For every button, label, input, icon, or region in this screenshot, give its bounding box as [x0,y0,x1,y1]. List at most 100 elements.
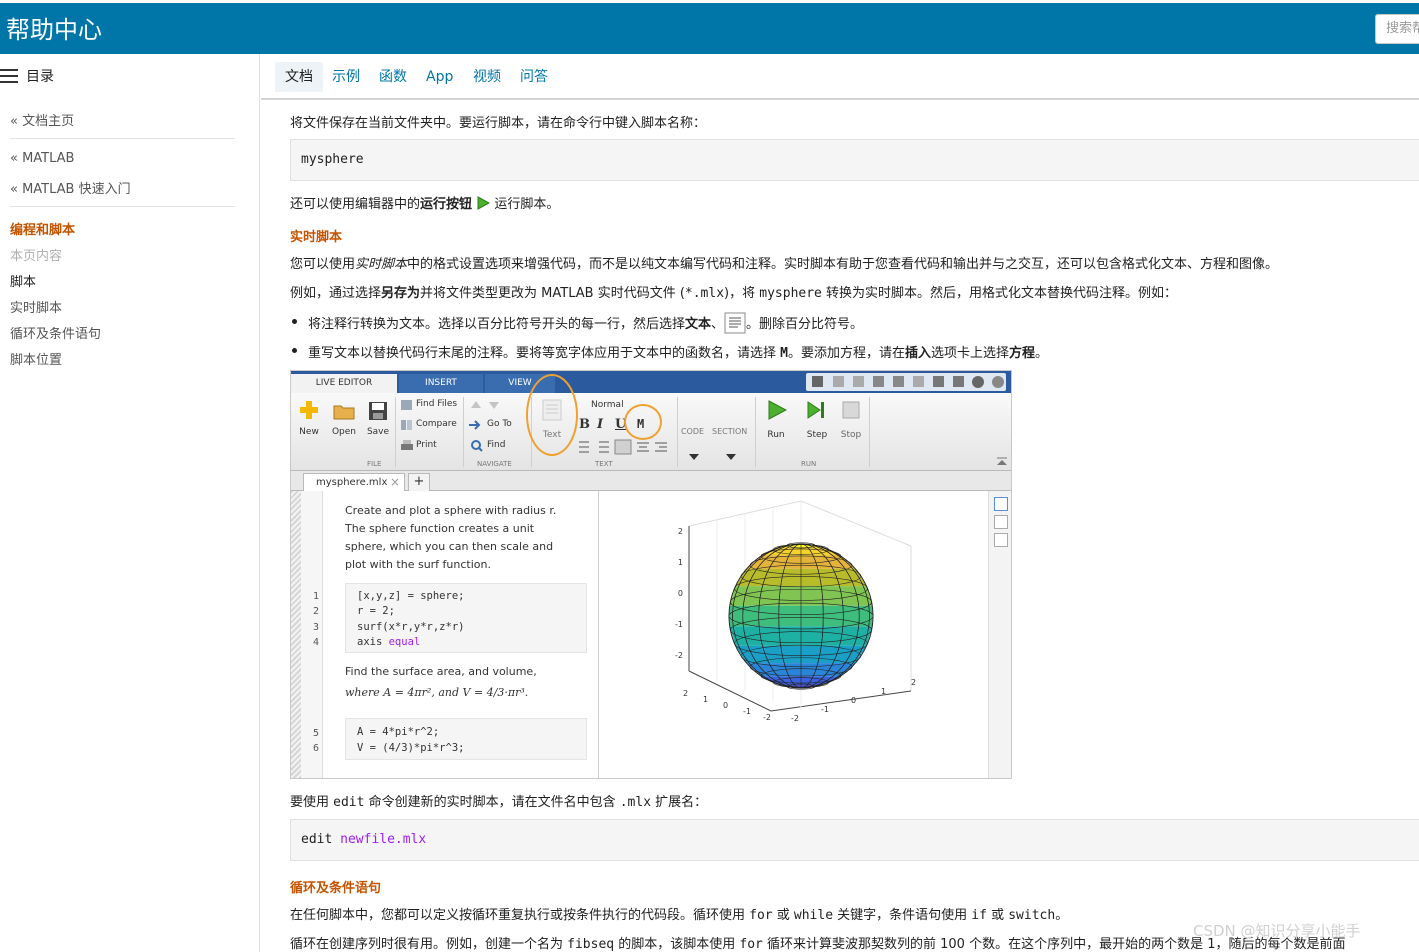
run-icon [477,196,491,210]
save-as-term: 另存为 [381,286,421,301]
tab-apps[interactable]: App [416,62,463,92]
run-button-label[interactable]: Run [763,430,789,440]
go-to-button[interactable]: Go To [487,419,512,429]
tab-videos[interactable]: 视频 [463,62,511,92]
new-button-label[interactable]: New [297,427,321,437]
normal-style-dropdown[interactable]: Normal [591,400,624,410]
editor-gutter [291,491,301,778]
line-number: 2 [312,606,319,617]
find-files-button[interactable]: Find Files [416,399,457,409]
quick-access-toolbar-icon[interactable] [806,373,1006,391]
ribbon-tab-insert[interactable]: INSERT [399,374,483,393]
find-button[interactable]: Find [487,440,505,450]
toc-label: 目录 [26,69,54,85]
sidebar-current-topic[interactable]: 编程和脚本 [10,219,75,238]
sidebar-item-scripts[interactable]: 脚本 [10,271,36,290]
text: )，将 [724,286,760,301]
output-side-toolbar [988,491,1011,778]
toc-toggle[interactable]: 目录 [0,66,54,86]
output-inline-icon[interactable] [994,497,1008,511]
x-tick-label: 0 [723,701,728,710]
run-icon[interactable] [767,400,787,420]
open-button-label[interactable]: Open [331,427,357,437]
z-tick-label: 0 [678,589,683,598]
code-while: while [793,908,834,923]
text: 扩展名： [651,795,708,810]
doc-tabs: 文档 示例 函数 App 视频 问答 [261,54,1419,100]
save-button-label[interactable]: Save [365,427,391,437]
section-group-button[interactable]: SECTION [712,427,747,436]
collapse-ribbon-icon[interactable] [997,457,1007,465]
sidebar-item-loops[interactable]: 循环及条件语句 [10,323,101,342]
text: 还可以使用编辑器中的 [290,197,421,212]
paragraph-fibseq: 循环在创建序列时很有用。例如，创建一个名为 fibseq 的脚本，该脚本使用 f… [290,933,1345,952]
stop-icon[interactable] [842,401,860,419]
compare-button[interactable]: Compare [416,419,457,429]
output-right-icon[interactable] [994,515,1008,529]
file-tab-mysphere[interactable]: mysphere.mlx × [303,473,405,491]
search-input[interactable]: 搜索帮 [1375,14,1419,44]
compare-icon[interactable] [401,419,413,431]
text: 选项卡上选择 [931,346,1010,361]
go-to-icon[interactable] [469,419,483,431]
group-label-run: RUN [801,460,817,468]
sidebar-link-home[interactable]: « 文档主页 [10,110,74,129]
output-hide-icon[interactable] [994,533,1008,547]
sidebar-item-live-scripts[interactable]: 实时脚本 [10,297,62,316]
live-script-term: 实时脚本 [355,257,408,272]
x-tick-label: -2 [763,713,771,722]
open-icon[interactable] [333,401,355,421]
find-icon[interactable] [471,440,483,452]
navigate-arrows-icon[interactable] [469,398,503,412]
print-button[interactable]: Print [416,440,437,450]
code-mysphere: mysphere [759,286,822,301]
paragraph-loops: 在任何脚本中，您都可以定义按循环重复执行或按条件执行的代码段。循环使用 for … [290,904,1068,923]
bullet-rewrite-text: 重写文本以替换代码行末尾的注释。要将等宽字体应用于文本中的函数名，请选择 M。要… [308,342,1048,361]
sidebar-link-matlab[interactable]: « MATLAB [10,151,74,166]
bullet [292,348,297,353]
sphere-plot: 2 1 0 -1 -2 2 1 0 -1 -2 -2 -1 0 1 2 [675,500,916,723]
save-icon[interactable] [368,401,388,421]
code-block-edit-newfile: edit newfile.mlx [290,819,1419,861]
hamburger-icon[interactable] [0,69,18,83]
tab-answers[interactable]: 问答 [510,62,558,92]
code-group-button[interactable]: CODE [681,427,704,436]
editor-text-line: sphere, which you can then scale and [345,540,554,553]
stop-button-label[interactable]: Stop [838,430,864,440]
editor-code-line: axis equal [357,636,420,648]
site-title[interactable]: 帮助中心 [6,15,102,45]
italic-button[interactable]: I [597,417,603,432]
find-files-icon[interactable] [401,399,413,411]
editor-equation-line: where A = 4πr², and V = 4/3·πr³. [345,686,529,699]
tab-docs[interactable]: 文档 [275,62,323,92]
bold-button[interactable]: B [579,417,590,432]
line-number: 6 [312,743,319,754]
editor-code-line: surf(x*r,y*r,z*r) [357,621,465,633]
print-icon[interactable] [401,440,413,452]
highlight-ring-text [526,374,578,456]
sidebar-item-script-location[interactable]: 脚本位置 [10,349,62,368]
step-button-label[interactable]: Step [803,430,831,440]
line-number: 5 [312,728,319,739]
editor-code-line: r = 2; [357,605,395,617]
tab-functions[interactable]: 函数 [369,62,417,92]
step-icon[interactable] [806,400,826,420]
paragraph-edit-command: 要使用 edit 命令创建新的实时脚本，请在文件名中包含 .mlx 扩展名： [290,791,707,810]
code-for: for [749,908,773,923]
chevron-down-icon[interactable] [689,454,699,460]
close-icon[interactable]: × [390,474,400,491]
text-format-icon [724,312,746,334]
chevron-down-icon[interactable] [726,454,736,460]
file-tab-bar: mysphere.mlx × + [291,471,1011,491]
editor-text-line: The sphere function creates a unit [345,522,535,535]
new-tab-button[interactable]: + [408,473,430,491]
code-if: if [971,908,987,923]
ribbon-tab-live-editor[interactable]: LIVE EDITOR [291,374,397,393]
sidebar-link-quick-start[interactable]: « MATLAB 快速入门 [10,178,131,197]
text-term: 文本 [685,317,712,332]
list-align-icons[interactable] [575,439,671,455]
text: 您可以使用 [290,257,356,272]
tab-examples[interactable]: 示例 [322,62,370,92]
new-icon[interactable] [298,399,320,421]
text: 的脚本，该脚本使用 [614,937,740,952]
